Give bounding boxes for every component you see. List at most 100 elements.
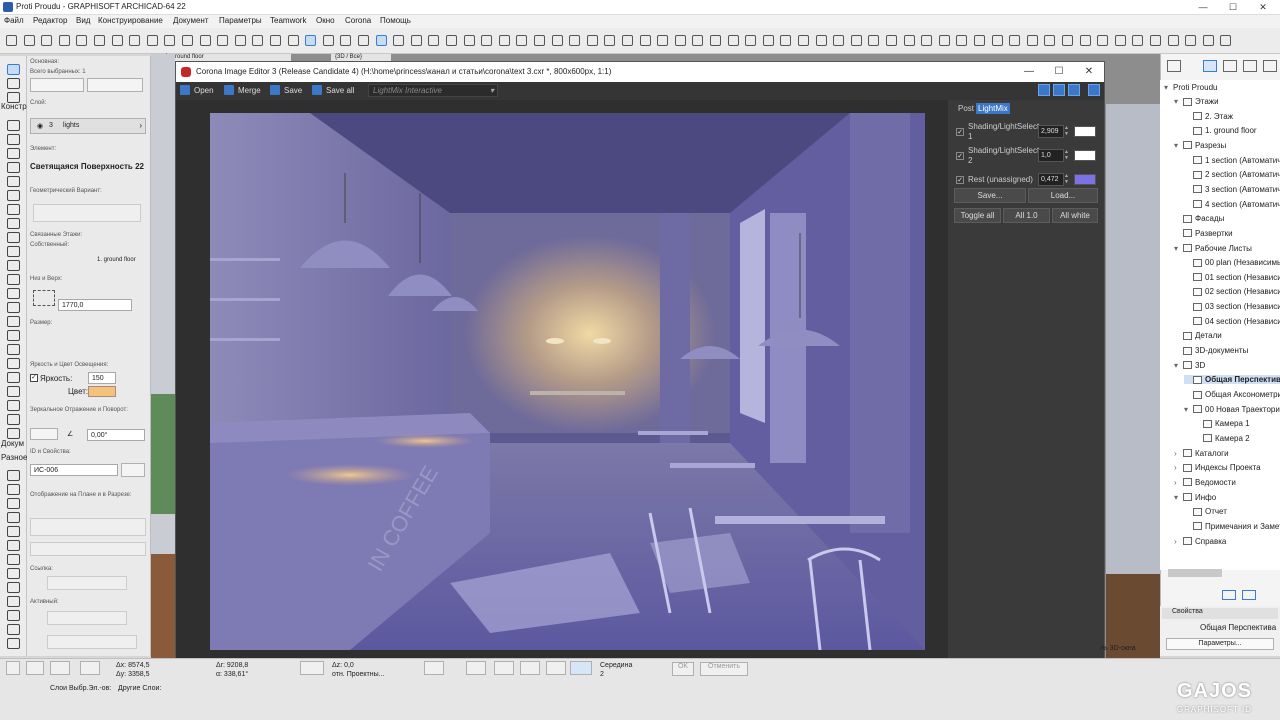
lightmix-enable-checkbox[interactable]: ✓ [956, 152, 964, 160]
toolbar-tool-icon[interactable] [974, 35, 985, 46]
merge-button[interactable]: Merge [224, 85, 261, 95]
editor-close-icon[interactable]: ✕ [1074, 62, 1104, 82]
toolbar-tool-icon[interactable] [1079, 35, 1091, 46]
nav-item[interactable]: Детали [1174, 331, 1222, 340]
toolbar-tool-icon[interactable] [798, 35, 809, 46]
nav-item[interactable]: › Индексы Проекта [1174, 463, 1261, 472]
story-value[interactable]: 1. ground floor [97, 257, 136, 263]
lightmix-save-button[interactable]: Save... [954, 188, 1026, 203]
toolbar-tool-icon[interactable] [991, 35, 1003, 46]
toolbox-tool-icon[interactable] [7, 64, 20, 75]
toolbox-tool-icon[interactable] [7, 554, 20, 565]
toolbox-tool-icon[interactable] [7, 610, 20, 621]
nav-item[interactable]: 1. ground floor [1184, 126, 1257, 135]
menu-corona[interactable]: Corona [345, 16, 371, 25]
nav-expander[interactable]: › [1174, 449, 1180, 458]
toolbox-tool-icon[interactable] [7, 274, 20, 285]
toolbar-tool-icon[interactable] [586, 35, 598, 46]
toolbar-tool-icon[interactable] [199, 35, 211, 46]
toolbox-tool-icon[interactable] [7, 316, 20, 327]
toolbar-tool-icon[interactable] [938, 35, 950, 46]
toolbox-tool-icon[interactable] [7, 190, 20, 201]
snap-midpoint-icon[interactable] [570, 661, 592, 675]
toolbar-tool-icon[interactable] [1114, 35, 1126, 46]
lightmix-intensity-field[interactable]: 0,472 [1038, 173, 1064, 186]
tool-icon[interactable] [546, 661, 566, 675]
toolbar-tool-icon[interactable] [410, 35, 422, 46]
toolbar-tool-icon[interactable] [252, 35, 264, 46]
toolbox-tool-icon[interactable] [7, 428, 20, 439]
coords-icon[interactable] [80, 661, 100, 675]
menu-window[interactable]: Окно [316, 16, 335, 25]
toolbox-tool-icon[interactable] [7, 512, 20, 523]
lightmix-intensity-field[interactable]: 2,909 [1038, 125, 1064, 138]
angle-field[interactable]: 0,00° [87, 429, 145, 441]
nav-item[interactable]: Примечания и Замет [1184, 522, 1280, 531]
extra-buttons[interactable] [47, 635, 137, 649]
toggle-all-button[interactable]: Toggle all [954, 208, 1001, 223]
tab-post[interactable]: Post [956, 103, 976, 114]
active-slider[interactable] [47, 611, 127, 625]
nav-item[interactable]: › Ведомости [1174, 478, 1236, 487]
toolbar-tool-icon[interactable] [358, 35, 369, 46]
properties-button[interactable] [121, 463, 145, 477]
toolbar-tool-icon[interactable] [903, 35, 915, 46]
toolbar-tool-icon[interactable] [727, 35, 739, 46]
checkmark-icon[interactable] [466, 661, 486, 675]
toolbox-tool-icon[interactable] [7, 204, 20, 215]
toolbar-tool-icon[interactable] [76, 35, 88, 46]
navigator-pin-icon[interactable] [1167, 60, 1181, 72]
menu-document[interactable]: Документ [173, 16, 209, 25]
toolbar-tool-icon[interactable] [234, 35, 246, 46]
element-value[interactable]: Светящаяся Поверхность 22 [30, 162, 144, 171]
brightness-checkbox[interactable]: ✓ [30, 374, 38, 382]
rotate-tool-buttons[interactable] [87, 78, 143, 92]
toolbar-tool-icon[interactable] [604, 35, 616, 46]
guide-icon[interactable] [50, 661, 70, 675]
height-field[interactable]: 1770,0 [58, 299, 132, 311]
toolbox-tool-icon[interactable] [7, 302, 20, 313]
toolbar-tool-icon[interactable] [956, 35, 968, 46]
toolbar-tool-icon[interactable] [868, 35, 880, 46]
zoom-fit-icon[interactable] [1068, 84, 1080, 96]
lightmix-enable-checkbox[interactable]: ✓ [956, 128, 964, 136]
toolbar-tool-icon[interactable] [23, 35, 35, 46]
toolbar-tool-icon[interactable] [1185, 35, 1197, 46]
nav-item[interactable]: Камера 1 [1194, 419, 1250, 428]
spinner-arrows-icon[interactable]: ▲ ▼ [1064, 149, 1070, 162]
toolbox-tool-icon[interactable] [7, 92, 20, 103]
toolbar-tool-icon[interactable] [1167, 35, 1179, 46]
toolbar-tool-icon[interactable] [393, 35, 405, 46]
toolbar-tool-icon[interactable] [569, 35, 581, 46]
close-icon[interactable]: ✕ [1252, 0, 1274, 15]
nav-expander[interactable]: ▾ [1174, 141, 1180, 150]
toolbar-tool-icon[interactable] [622, 35, 633, 46]
settings-icon[interactable] [1088, 84, 1100, 96]
toolbox-tool-icon[interactable] [7, 358, 20, 369]
brightness-field[interactable]: 150 [88, 372, 116, 384]
toolbar-tool-icon[interactable] [481, 35, 493, 46]
toolbox-tool-icon[interactable] [7, 470, 20, 481]
toolbar-tool-icon[interactable] [322, 35, 334, 46]
toolbar-tool-icon[interactable] [639, 35, 651, 46]
lightmix-color-swatch[interactable] [1074, 150, 1096, 161]
toolbox-tool-icon[interactable] [7, 330, 20, 341]
toolbar-tool-icon[interactable] [534, 35, 545, 46]
nav-expander[interactable]: › [1174, 478, 1180, 487]
all-white-button[interactable]: All white [1052, 208, 1098, 223]
nav-item[interactable]: 2. Этаж [1184, 112, 1233, 121]
layout-book-icon[interactable] [1243, 60, 1257, 72]
nav-expander[interactable]: › [1174, 463, 1180, 472]
parameters-button[interactable]: Параметры... [1166, 638, 1274, 650]
nav-item[interactable]: Отчет [1184, 507, 1227, 516]
menu-file[interactable]: Файл [4, 16, 24, 25]
toolbox-tool-icon[interactable] [7, 414, 20, 425]
nav-expander[interactable]: › [1174, 537, 1180, 546]
toolbar-tool-icon[interactable] [551, 35, 563, 46]
nav-item[interactable]: ▾ 3D [1174, 361, 1205, 370]
toolbox-tool-icon[interactable] [7, 288, 20, 299]
nav-item[interactable]: ▾ Разрезы [1174, 141, 1226, 150]
view-map-icon[interactable] [1223, 60, 1237, 72]
toolbar-tool-icon[interactable] [41, 35, 53, 46]
nav-item[interactable]: Фасады [1174, 214, 1224, 223]
